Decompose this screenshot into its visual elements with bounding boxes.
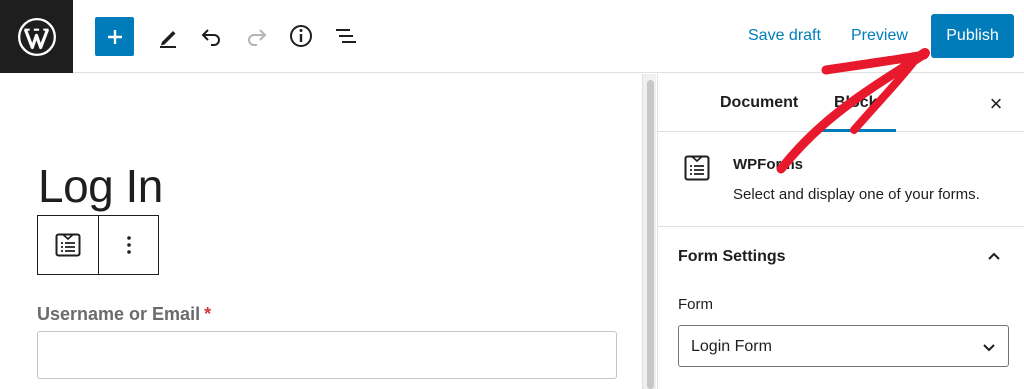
block-name: WPForms <box>733 156 804 173</box>
undo-button[interactable] <box>196 21 226 51</box>
save-draft-button[interactable]: Save draft <box>748 27 821 45</box>
more-options-button[interactable] <box>99 216 158 274</box>
undo-icon <box>201 29 220 46</box>
editor-scrollbar[interactable] <box>642 74 656 389</box>
add-block-button[interactable] <box>95 17 134 56</box>
top-toolbar: Save draft Preview Publish <box>0 0 1024 73</box>
form-settings-panel: Form Settings Form Login Form <box>658 228 1024 389</box>
username-label-text: Username or Email <box>37 304 201 324</box>
post-title[interactable]: Log In <box>38 158 163 214</box>
block-card: WPForms Select and display one of your f… <box>658 133 1024 227</box>
pencil-icon <box>160 31 176 48</box>
close-sidebar-button[interactable]: × <box>984 91 1008 117</box>
list-view-icon <box>336 29 356 43</box>
active-tab-indicator <box>816 129 896 132</box>
scrollbar-thumb[interactable] <box>647 80 654 389</box>
block-type-button[interactable] <box>38 216 99 274</box>
wpforms-icon <box>684 155 710 186</box>
sidebar-tabs: Document Block × <box>658 74 1024 132</box>
tab-block[interactable]: Block <box>834 94 878 112</box>
details-button[interactable] <box>286 21 316 51</box>
redo-icon <box>248 29 267 46</box>
required-marker: * <box>204 304 212 324</box>
list-view-button[interactable] <box>330 21 360 51</box>
edit-tools-button[interactable] <box>153 21 183 51</box>
wordpress-logo-icon[interactable] <box>0 0 73 73</box>
chevron-up-icon[interactable] <box>984 246 1004 271</box>
publish-button[interactable]: Publish <box>931 14 1014 58</box>
block-description: Select and display one of your forms. <box>733 186 980 203</box>
settings-sidebar: Document Block × WPForms Select and disp… <box>657 74 1024 389</box>
wpforms-icon <box>55 233 81 257</box>
preview-button[interactable]: Preview <box>851 27 908 45</box>
more-vertical-icon <box>126 236 131 254</box>
username-field-label: Username or Email * <box>37 304 211 325</box>
info-icon <box>290 25 312 47</box>
form-select-label: Form <box>678 296 713 313</box>
chevron-down-icon <box>980 338 998 361</box>
tab-document[interactable]: Document <box>720 94 798 112</box>
block-toolbar <box>37 215 159 275</box>
plus-icon <box>107 29 122 44</box>
redo-button[interactable] <box>242 21 272 51</box>
username-email-input[interactable] <box>37 331 617 379</box>
form-select-value: Login Form <box>691 338 772 355</box>
form-settings-toggle[interactable]: Form Settings <box>678 248 786 266</box>
form-select[interactable]: Login Form <box>678 325 1009 367</box>
